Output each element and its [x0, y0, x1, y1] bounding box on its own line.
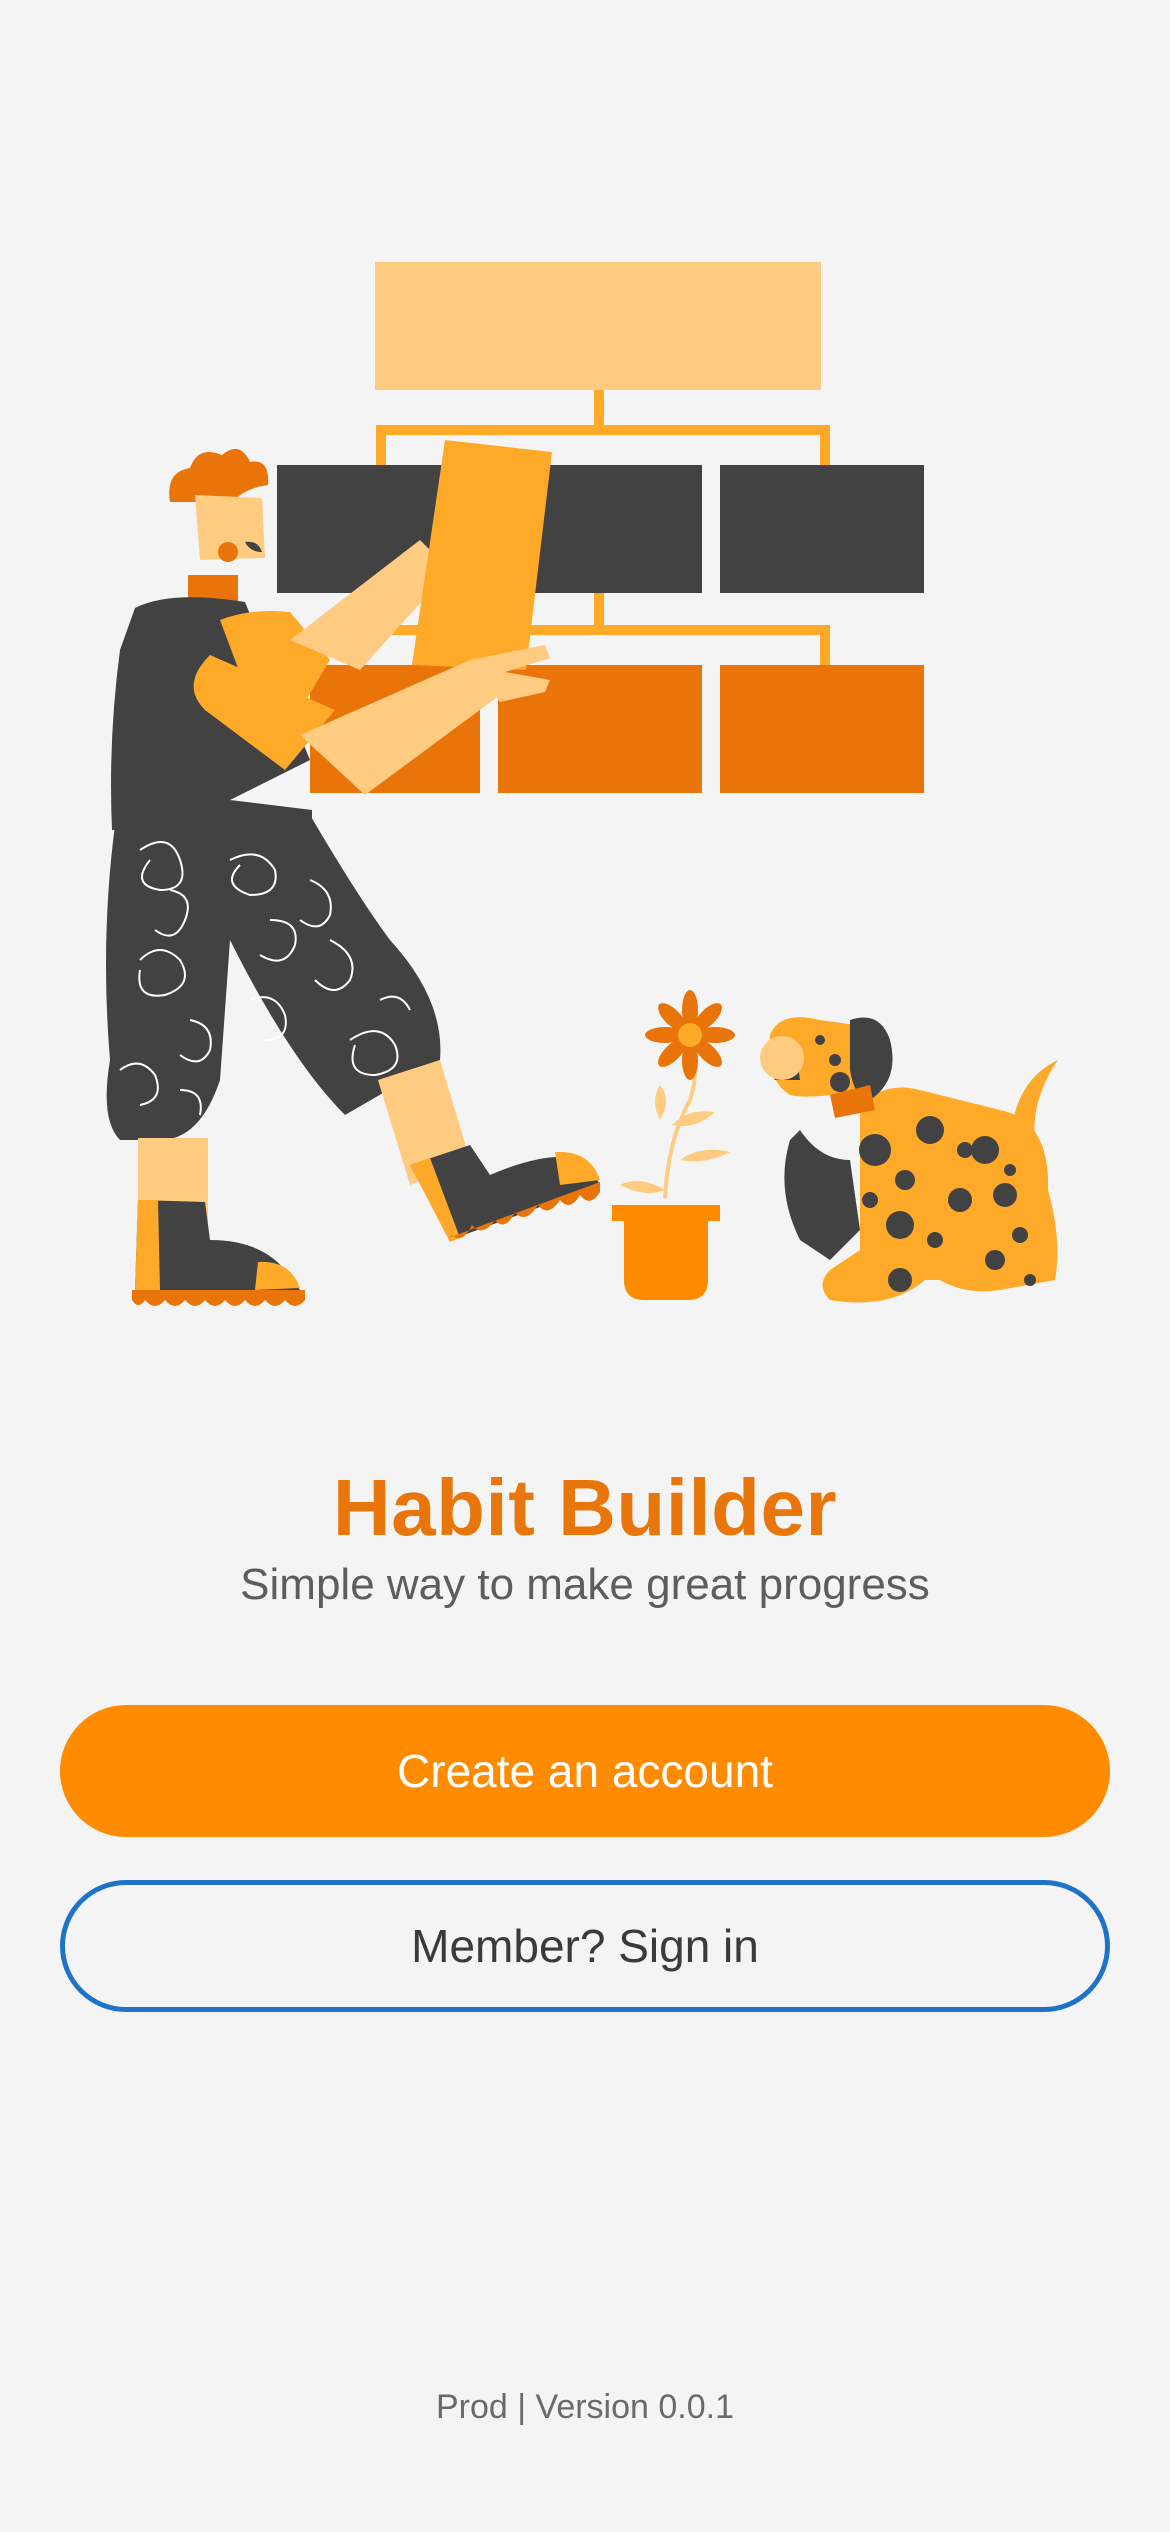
app-title: Habit Builder — [332, 1463, 838, 1552]
app-subtitle: Simple way to make great progress — [240, 1560, 930, 1609]
version-label: Prod | Version 0.0.1 — [435, 2388, 734, 2426]
potted-plant — [612, 990, 735, 1300]
hero-illustration — [0, 240, 1170, 1360]
welcome-screen: Habit Builder Simple way to make great p… — [0, 0, 1170, 2532]
sign-in-button[interactable]: Member? Sign in — [60, 1880, 1110, 2012]
create-account-button[interactable]: Create an account — [60, 1705, 1110, 1837]
spotted-dog — [760, 1017, 1058, 1303]
